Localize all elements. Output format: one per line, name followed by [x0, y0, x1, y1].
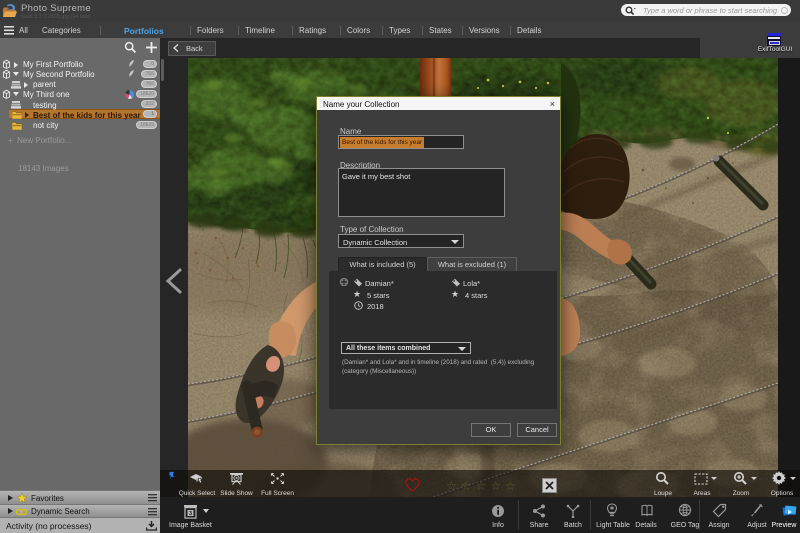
svg-text:3: 3: [189, 511, 192, 517]
